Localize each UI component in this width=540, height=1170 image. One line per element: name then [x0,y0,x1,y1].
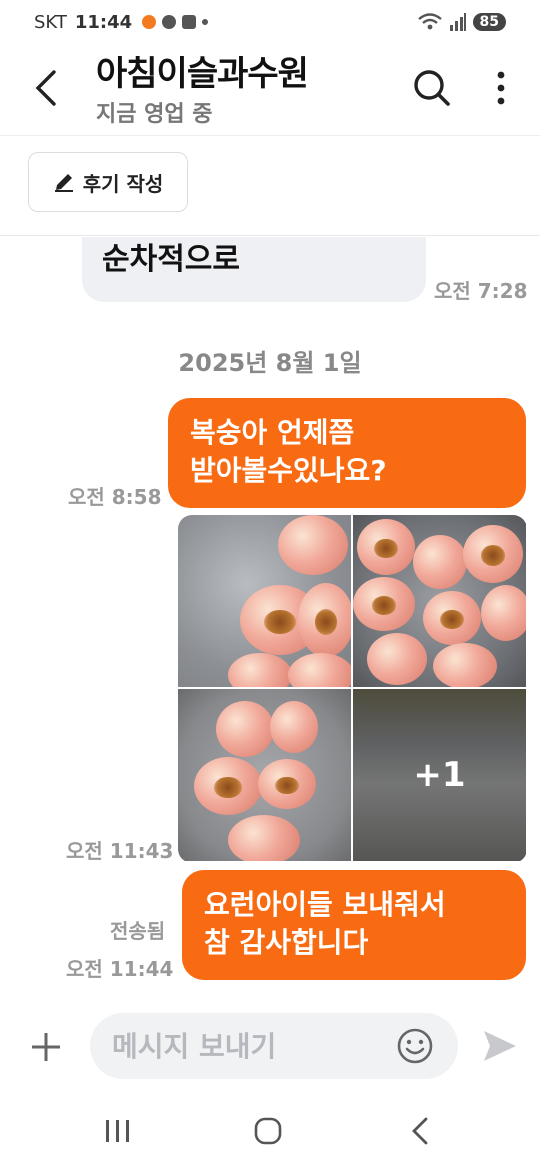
message-time: 오전 8:58 [68,485,162,509]
status-time: 11:44 [74,11,133,33]
photo-thumbnail[interactable] [353,515,526,687]
photo-thumbnail[interactable] [178,515,351,687]
app-notification-icon [142,15,157,29]
home-icon [254,1117,282,1145]
search-button[interactable] [410,66,454,110]
incoming-message-text: 순차적으로 [102,242,240,277]
back-arrow-icon [35,70,56,106]
c-notification-icon [162,15,177,29]
date-separator: 2025년 8월 1일 [178,349,362,377]
plus-icon [32,1033,60,1061]
send-button[interactable] [480,1027,520,1067]
message-line: 요런아이들 보내줘서 [204,888,446,921]
message-input-bar [0,1005,540,1089]
message-time: 오전 7:28 [434,279,528,303]
nav-back-button[interactable] [400,1113,440,1149]
message-time: 오전 11:43 [66,839,174,863]
message-line: 참 감사합니다 [204,926,369,959]
wifi-icon [417,13,442,30]
back-button[interactable] [26,66,66,110]
more-photos-overlay[interactable]: +1 [353,689,526,861]
carrier-label: SKT [34,11,67,33]
chat-header: 아침이슬과수원 지금 영업 중 [0,44,540,136]
message-line: 복숭아 언제쯤 [190,416,355,449]
home-button[interactable] [248,1113,288,1149]
delivery-status: 전송됨 [110,919,166,943]
write-review-button[interactable]: 후기 작성 [28,152,188,212]
chat-messages[interactable]: 순차적으로 오전 7:28 2025년 8월 1일 오전 8:58 복숭아 언제… [0,237,540,1005]
page-title: 아침이슬과수원 [96,54,309,94]
review-bar: 후기 작성 [0,136,540,236]
attach-button[interactable] [26,1027,66,1067]
notification-icons [142,15,209,29]
business-status: 지금 영업 중 [96,102,213,127]
pencil-icon [54,174,73,192]
photo-grid[interactable]: +1 [178,515,527,863]
search-icon [414,70,450,106]
emoji-icon [397,1028,433,1064]
recent-apps-button[interactable] [98,1113,138,1149]
status-bar: SKT 11:44 85 [0,0,540,44]
more-vertical-icon [497,71,505,105]
incoming-message-bubble[interactable]: 순차적으로 [82,237,426,302]
emoji-button[interactable] [396,1027,436,1067]
system-navigation-bar [0,1089,540,1170]
nav-back-icon [412,1117,428,1145]
message-line: 받아볼수있나요? [190,454,387,487]
photo-thumbnail[interactable]: +1 [353,689,526,861]
more-options-button[interactable] [486,66,516,110]
outgoing-message-bubble[interactable]: 복숭아 언제쯤 받아볼수있나요? [168,398,526,508]
more-notifications-icon [202,19,209,25]
incoming-message-cutoff [102,237,406,241]
signal-icon [449,13,466,31]
d-notification-icon [182,15,197,29]
outgoing-message-bubble[interactable]: 요런아이들 보내줘서 참 감사합니다 [182,870,526,980]
recent-apps-icon [106,1120,129,1142]
battery-indicator: 85 [472,13,506,31]
message-time: 오전 11:44 [66,957,174,981]
write-review-label: 후기 작성 [82,171,164,196]
photo-thumbnail[interactable] [178,689,351,861]
send-icon [484,1031,516,1061]
